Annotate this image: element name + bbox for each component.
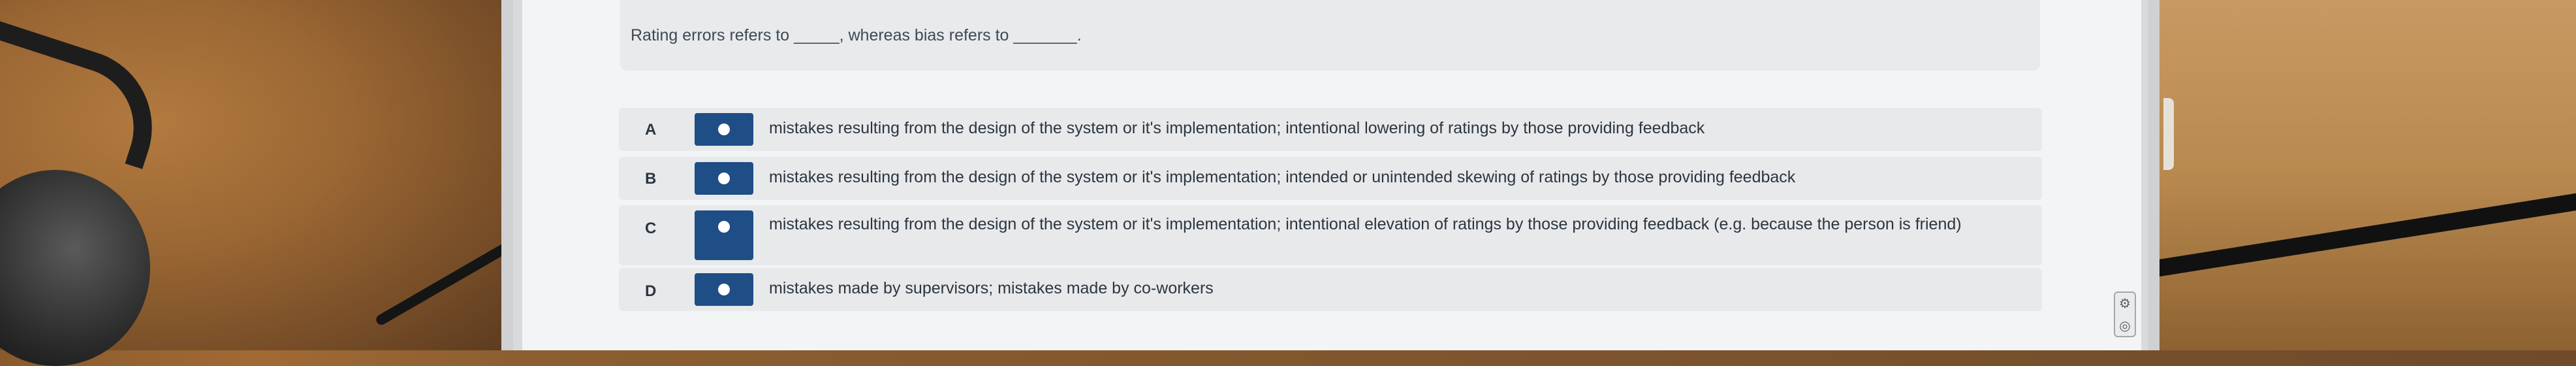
question-box: Rating errors refers to _____, whereas b… bbox=[620, 0, 2040, 71]
background-left bbox=[0, 0, 527, 366]
kettle bbox=[0, 170, 150, 366]
accessibility-icon[interactable]: ◎ bbox=[2115, 315, 2135, 337]
option-text: mistakes resulting from the design of th… bbox=[769, 168, 1796, 186]
option-letter: B bbox=[645, 170, 657, 188]
option-b-radio[interactable] bbox=[695, 162, 753, 195]
option-d[interactable]: D mistakes made by supervisors; mistakes… bbox=[619, 268, 2042, 311]
option-letter: C bbox=[645, 220, 657, 237]
option-a-radio[interactable] bbox=[695, 113, 753, 146]
settings-icon[interactable]: ⚙ bbox=[2115, 293, 2135, 315]
radio-dot-icon bbox=[718, 221, 730, 233]
option-a[interactable]: A mistakes resulting from the design of … bbox=[619, 108, 2042, 151]
cable-right bbox=[2146, 190, 2576, 278]
option-letter: A bbox=[645, 121, 657, 139]
option-text: mistakes resulting from the design of th… bbox=[769, 215, 1962, 233]
background-right bbox=[2146, 0, 2576, 350]
radio-dot-icon bbox=[718, 124, 730, 135]
kettle-handle bbox=[0, 19, 172, 169]
option-text: mistakes resulting from the design of th… bbox=[769, 119, 1705, 137]
option-c-radio[interactable] bbox=[695, 210, 753, 260]
option-b[interactable]: B mistakes resulting from the design of … bbox=[619, 157, 2042, 200]
monitor-side-knob bbox=[2163, 98, 2174, 170]
radio-dot-icon bbox=[718, 173, 730, 184]
question-text: Rating errors refers to _____, whereas b… bbox=[631, 26, 1082, 44]
quiz-screen: Rating errors refers to _____, whereas b… bbox=[522, 0, 2141, 350]
option-text: mistakes made by supervisors; mistakes m… bbox=[769, 279, 1214, 297]
option-d-radio[interactable] bbox=[695, 273, 753, 306]
side-widget[interactable]: ⚙ ◎ bbox=[2114, 291, 2136, 337]
radio-dot-icon bbox=[718, 284, 730, 295]
option-letter: D bbox=[645, 282, 657, 300]
option-c[interactable]: C mistakes resulting from the design of … bbox=[619, 205, 2042, 265]
